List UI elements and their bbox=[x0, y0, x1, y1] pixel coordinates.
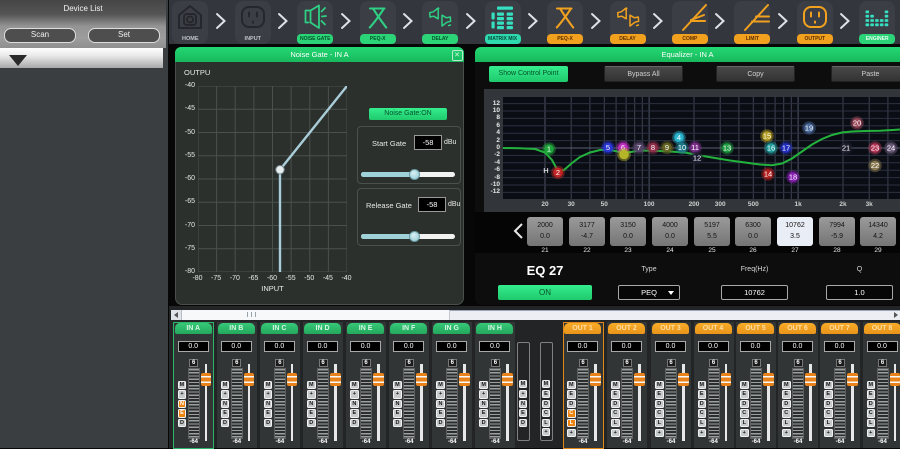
svg-text:11: 11 bbox=[691, 143, 699, 152]
svg-text:14: 14 bbox=[764, 170, 772, 179]
svg-text:7: 7 bbox=[637, 143, 641, 152]
svg-text:12: 12 bbox=[693, 154, 701, 163]
svg-text:13: 13 bbox=[723, 144, 731, 153]
svg-text:8: 8 bbox=[651, 143, 655, 152]
svg-text:1: 1 bbox=[547, 145, 551, 154]
svg-text:16: 16 bbox=[767, 144, 775, 153]
svg-text:17: 17 bbox=[782, 144, 790, 153]
svg-text:10: 10 bbox=[678, 143, 686, 152]
svg-text:5: 5 bbox=[606, 143, 610, 152]
svg-text:4: 4 bbox=[677, 133, 681, 142]
svg-text:H: H bbox=[543, 166, 548, 175]
svg-text:19: 19 bbox=[805, 124, 813, 133]
svg-text:22: 22 bbox=[871, 161, 879, 170]
svg-text:18: 18 bbox=[789, 173, 797, 182]
svg-text:23: 23 bbox=[871, 144, 879, 153]
svg-text:21: 21 bbox=[842, 144, 850, 153]
svg-text:2: 2 bbox=[556, 168, 560, 177]
svg-text:15: 15 bbox=[763, 132, 771, 141]
svg-text:9: 9 bbox=[665, 143, 669, 152]
svg-text:24: 24 bbox=[887, 144, 895, 153]
svg-text:20: 20 bbox=[853, 119, 861, 128]
